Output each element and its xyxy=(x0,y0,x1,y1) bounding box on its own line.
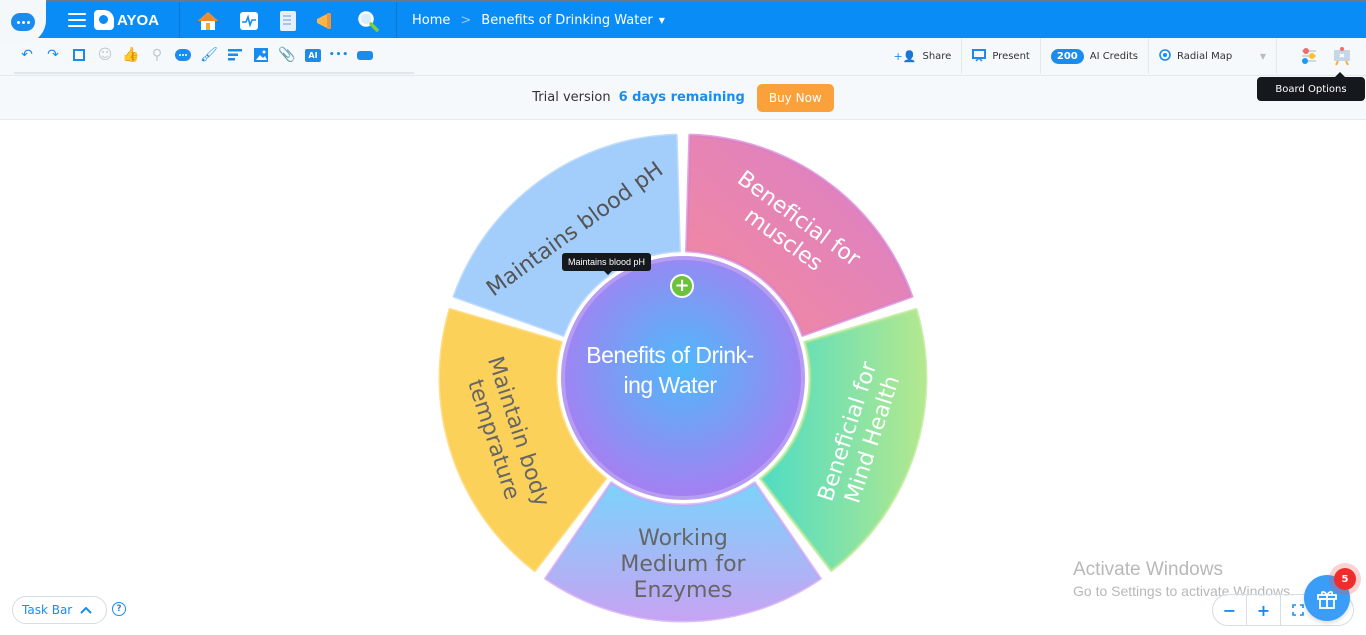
branch-label-line: Enzymes xyxy=(634,578,733,603)
comment-icon[interactable] xyxy=(170,42,196,68)
board-options-icon xyxy=(1334,47,1350,66)
notes-icon[interactable] xyxy=(276,9,300,33)
emoji-icon[interactable]: ☺ xyxy=(92,42,118,68)
redo-icon[interactable]: ↷ xyxy=(40,42,66,68)
branch-label: Working Medium for Enzymes xyxy=(620,526,746,603)
announcement-icon[interactable] xyxy=(314,9,338,33)
search-icon[interactable] xyxy=(356,9,380,33)
buy-now-button[interactable]: Buy Now xyxy=(756,83,834,112)
help-icon[interactable]: ? xyxy=(112,602,126,616)
center-title-line: Benefits of Drink- xyxy=(586,342,754,368)
branch-label-line: Medium for xyxy=(620,552,746,577)
activity-icon[interactable] xyxy=(237,9,261,33)
like-icon[interactable]: 👍 xyxy=(118,42,144,68)
select-icon[interactable] xyxy=(66,42,92,68)
notification-badge: 5 xyxy=(1334,568,1356,590)
stamp-icon[interactable]: ⚲ xyxy=(144,42,170,68)
top-bar: AYOA Home > Benefits of Drinking Water ▼ xyxy=(0,0,1366,38)
trial-label: Trial version xyxy=(532,90,611,105)
add-user-icon: +👤 xyxy=(893,49,917,63)
radial-map-icon xyxy=(1159,48,1171,64)
ai-credits[interactable]: 200 AI Credits xyxy=(1041,38,1149,74)
caret-down-icon[interactable]: ▼ xyxy=(659,16,665,25)
board-options-tooltip: Board Options xyxy=(1257,72,1365,101)
fullscreen-icon xyxy=(1292,604,1304,616)
divider xyxy=(396,2,397,38)
more-icon[interactable]: ••• xyxy=(326,42,352,68)
divider xyxy=(179,2,180,38)
task-bar-label: Task Bar xyxy=(22,603,73,617)
task-icon[interactable] xyxy=(352,42,378,68)
branch-label-line: Working xyxy=(638,526,728,551)
board-options-button[interactable] xyxy=(1328,38,1366,74)
sliders-icon xyxy=(1302,48,1316,64)
share-button[interactable]: +👤 Share xyxy=(884,38,963,74)
image-icon[interactable] xyxy=(248,42,274,68)
map-type-value: Radial Map xyxy=(1177,50,1233,62)
present-label: Present xyxy=(992,50,1030,62)
ayoa-logo-icon xyxy=(94,10,114,30)
center-title-line: ing Water xyxy=(623,372,717,398)
presentation-icon xyxy=(972,48,987,65)
activate-title: Activate Windows xyxy=(1073,559,1223,580)
windows-activation-watermark: Activate Windows Go to Settings to activ… xyxy=(1073,559,1294,599)
logo-text: AYOA xyxy=(117,11,159,29)
task-bar-toggle[interactable]: Task Bar xyxy=(12,596,108,624)
map-type-select[interactable]: Radial Map ▼ xyxy=(1149,38,1277,74)
board-tools: +👤 Share Present 200 AI Credits Radial M… xyxy=(884,38,1366,74)
ai-credits-count: 200 xyxy=(1050,48,1084,64)
present-button[interactable]: Present xyxy=(962,38,1041,74)
trial-banner: Trial version 6 days remaining Buy Now xyxy=(0,76,1366,120)
undo-icon[interactable]: ↶ xyxy=(14,42,40,68)
style-settings-button[interactable] xyxy=(1277,38,1328,74)
home-icon[interactable] xyxy=(196,9,220,33)
text-align-icon[interactable] xyxy=(222,42,248,68)
paint-icon[interactable]: 🖌 xyxy=(196,42,222,68)
ai-icon[interactable]: AI xyxy=(300,42,326,68)
trial-days-remaining: 6 days remaining xyxy=(618,90,745,105)
zoom-in-button[interactable]: + xyxy=(1247,595,1281,625)
ayoa-logo[interactable]: AYOA xyxy=(94,10,159,30)
breadcrumb-home[interactable]: Home xyxy=(412,13,450,28)
zoom-out-button[interactable]: − xyxy=(1213,595,1247,625)
chevron-up-icon xyxy=(80,606,92,614)
attach-icon[interactable]: 📎 xyxy=(274,42,300,68)
share-label: Share xyxy=(922,50,952,62)
hamburger-menu-icon[interactable] xyxy=(68,13,86,27)
chat-icon xyxy=(11,13,35,31)
breadcrumb-separator: > xyxy=(460,13,472,28)
ai-credits-label: AI Credits xyxy=(1089,50,1138,62)
center-node-title[interactable]: Benefits of Drink- ing Water xyxy=(570,340,770,400)
chevron-down-icon: ▼ xyxy=(1259,51,1266,61)
node-tooltip: Maintains blood pH xyxy=(562,253,652,275)
add-branch-button[interactable]: + xyxy=(670,274,694,298)
breadcrumb: Home > Benefits of Drinking Water ▼ xyxy=(412,13,665,28)
edit-tools: ↶ ↷ ☺ 👍 ⚲ 🖌 📎 AI ••• xyxy=(14,38,414,74)
toolbar: ↶ ↷ ☺ 👍 ⚲ 🖌 📎 AI ••• +👤 Share Present 200 AI Cre… xyxy=(0,38,1366,76)
gift-icon xyxy=(1317,591,1337,609)
breadcrumb-current-board[interactable]: Benefits of Drinking Water xyxy=(481,13,652,28)
